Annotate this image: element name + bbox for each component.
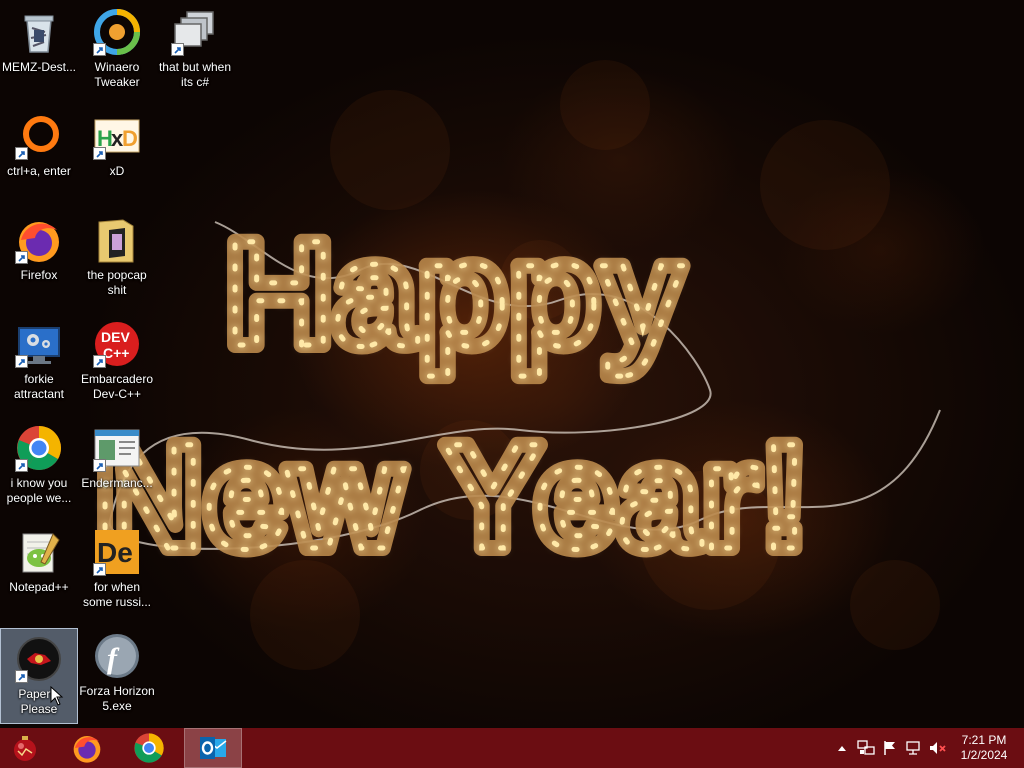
desktop-icon-that-but-when-its-csharp[interactable]: that but when its c# — [155, 2, 235, 98]
desktop-icon-endermanch[interactable]: Endermanc... — [78, 418, 156, 514]
shortcut-arrow-icon — [15, 251, 28, 264]
shortcut-arrow-icon — [93, 459, 106, 472]
desktop-icon-xd[interactable]: H x D xD — [78, 106, 156, 202]
system-tray: 7:21 PM 1/2/2024 — [830, 728, 1024, 768]
notepad-plus-plus-icon — [15, 528, 63, 576]
desktop[interactable]: Happy Happy New Year! New Year! MEMZ-Des… — [0, 0, 1024, 728]
firefox-icon — [73, 736, 101, 763]
firefox-icon — [15, 216, 63, 264]
settings-monitor-icon — [15, 320, 63, 368]
network-share-icon[interactable] — [854, 728, 878, 768]
de-icon: De — [93, 528, 141, 576]
flag-icon[interactable] — [878, 728, 902, 768]
winaero-tweaker-icon — [93, 8, 141, 56]
start-ornament-icon — [14, 736, 36, 761]
desktop-icon-notepad-plus-plus[interactable]: Notepad++ — [0, 522, 78, 618]
shortcut-arrow-icon — [15, 147, 28, 160]
greeting-line-1-glow: Happy — [225, 209, 683, 377]
icon-label: Firefox — [20, 268, 58, 282]
network-icon[interactable] — [902, 728, 926, 768]
icon-label: Papers, Please — [18, 687, 60, 716]
chrome-icon — [134, 733, 164, 763]
desktop-icon-ctrl-a-enter[interactable]: ctrl+a, enter — [0, 106, 78, 202]
window-app-icon — [93, 424, 141, 472]
shortcut-arrow-icon — [93, 43, 106, 56]
papers-please-icon — [15, 635, 63, 683]
shortcut-arrow-icon — [93, 147, 106, 160]
icon-label: Winaero Tweaker — [94, 60, 140, 89]
dev-cpp-icon: DEV C++ — [93, 320, 141, 368]
icon-label: the popcap shit — [87, 268, 147, 297]
outlook-icon — [200, 737, 227, 759]
taskbar-firefox-button[interactable] — [60, 728, 114, 768]
chevron-up-icon[interactable] — [830, 728, 854, 768]
shortcut-arrow-icon — [15, 459, 28, 472]
icon-label: forkie attractant — [13, 372, 65, 401]
desktop-icon-de[interactable]: De for when some russi... — [78, 522, 156, 618]
desktop-icon-memz[interactable]: MEMZ-Dest... — [0, 2, 78, 98]
shortcut-arrow-icon — [171, 43, 184, 56]
svg-text:DEV: DEV — [101, 329, 130, 345]
icon-label: Forza Horizon 5.exe — [79, 684, 155, 713]
desktop-icon-firefox[interactable]: Firefox — [0, 210, 78, 306]
taskbar-chrome-button[interactable] — [122, 728, 176, 768]
hxd-icon: H x D — [93, 112, 141, 160]
icon-label: for when some russi... — [82, 580, 151, 609]
desktop-icon-popcap-folder[interactable]: the popcap shit — [78, 210, 156, 306]
folder-icon — [93, 216, 141, 264]
stacked-windows-icon — [171, 8, 219, 56]
chrome-icon — [15, 424, 63, 472]
volume-muted-icon[interactable] — [926, 728, 950, 768]
icon-label: xD — [109, 164, 125, 178]
desktop-icon-forkie-attractant[interactable]: forkie attractant — [0, 314, 78, 410]
clock-time: 7:21 PM — [961, 733, 1007, 747]
desktop-icon-forza-horizon[interactable]: f Forza Horizon 5.exe — [78, 626, 156, 722]
mouse-cursor-icon — [50, 686, 64, 706]
taskbar-clock[interactable]: 7:21 PM 1/2/2024 — [950, 733, 1024, 763]
taskbar-outlook-button[interactable] — [184, 728, 242, 768]
clock-date: 1/2/2024 — [960, 748, 1008, 762]
icon-label: that but when its c# — [158, 60, 232, 89]
shortcut-arrow-icon — [15, 355, 28, 368]
icon-label: MEMZ-Dest... — [2, 60, 76, 74]
icon-label: Endermanc... — [81, 476, 153, 490]
taskbar: 7:21 PM 1/2/2024 — [0, 728, 1024, 768]
icon-label: ctrl+a, enter — [7, 164, 71, 178]
svg-text:D: D — [122, 126, 138, 151]
start-button[interactable] — [0, 728, 50, 768]
desktop-icon-dev-cpp[interactable]: DEV C++ Embarcadero Dev-C++ — [78, 314, 156, 410]
svg-text:C++: C++ — [103, 345, 129, 361]
greeting-line-2-glow: New Year! — [95, 412, 809, 580]
icon-label: i know you people we... — [6, 476, 72, 505]
flash-player-icon: f — [93, 632, 141, 680]
recycle-bin-icon — [15, 8, 63, 56]
desktop-icon-winaero-tweaker[interactable]: Winaero Tweaker — [78, 2, 156, 98]
desktop-icon-papers-please[interactable]: Papers, Please — [0, 628, 78, 724]
shortcut-arrow-icon — [93, 355, 106, 368]
shortcut-arrow-icon — [93, 563, 106, 576]
icon-label: Notepad++ — [9, 580, 69, 594]
icon-label: Embarcadero Dev-C++ — [80, 372, 154, 401]
orange-ring-icon — [15, 112, 63, 160]
desktop-icon-chrome-shortcut[interactable]: i know you people we... — [0, 418, 78, 514]
shortcut-arrow-icon — [15, 670, 28, 683]
